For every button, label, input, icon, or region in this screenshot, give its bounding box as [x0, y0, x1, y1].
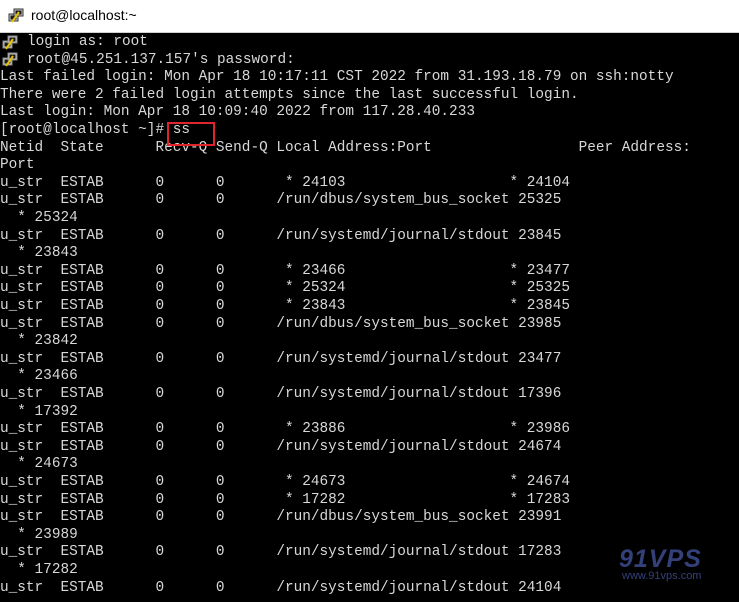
ss-output-line: u_str ESTAB 0 0 * 23886 * 23986 — [0, 421, 570, 438]
shell-prompt: [root@localhost ~]# — [0, 122, 173, 138]
ss-output-line: u_str ESTAB 0 0 /run/dbus/system_bus_soc… — [0, 509, 562, 526]
putty-login-icon — [2, 35, 18, 50]
failed-login-line: Last failed login: Mon Apr 18 10:17:11 C… — [0, 69, 674, 86]
ss-output-line: u_str ESTAB 0 0 /run/systemd/journal/std… — [0, 579, 562, 596]
ss-output-line: u_str ESTAB 0 0 * 17282 * 17283 — [0, 491, 570, 508]
ss-output-line: u_str ESTAB 0 0 * 25324 * 25325 — [0, 280, 570, 297]
command-line: [root@localhost ~]# ss — [0, 122, 190, 140]
ss-output-line: u_str ESTAB 0 0 /run/dbus/system_bus_soc… — [0, 192, 562, 209]
ss-output-line: * 23842 — [0, 333, 78, 350]
ss-output-line: * 23989 — [0, 526, 78, 543]
ss-output-line: u_str ESTAB 0 0 * 24103 * 24104 — [0, 174, 570, 191]
ss-output-line: * 23466 — [0, 368, 78, 385]
login-prompt-line: login as: root — [27, 34, 148, 50]
command-highlight-box — [167, 122, 215, 146]
ss-header-line: Netid State Recv-Q Send-Q Local Address:… — [0, 139, 691, 156]
ss-output-line: u_str ESTAB 0 0 /run/systemd/journal/std… — [0, 350, 562, 367]
terminal-screen[interactable]: login as: root root@45.251.137.157's pas… — [0, 33, 739, 602]
last-login-line: Last login: Mon Apr 18 10:09:40 2022 fro… — [0, 104, 475, 121]
putty-password-icon — [2, 52, 18, 67]
failed-attempts-line: There were 2 failed login attempts since… — [0, 86, 579, 103]
window-titlebar[interactable]: root@localhost:~ — [0, 0, 739, 33]
putty-terminal-icon — [8, 8, 24, 23]
ss-output-line: u_str ESTAB 0 0 * 23843 * 23845 — [0, 298, 570, 314]
ss-output-line: u_str ESTAB 0 0 /run/dbus/system_bus_soc… — [0, 315, 562, 332]
ss-output-line: * 25324 — [0, 210, 78, 226]
ss-output-line: u_str ESTAB 0 0 /run/systemd/journal/std… — [0, 544, 562, 561]
ss-output-line: u_str ESTAB 0 0 /run/systemd/journal/std… — [0, 386, 562, 402]
ss-output-line: u_str ESTAB 0 0 * 24673 * 24674 — [0, 474, 570, 490]
password-prompt-line: root@45.251.137.157's password: — [27, 51, 295, 68]
ss-output-line: * 17282 — [0, 562, 78, 578]
ss-output-line: u_str ESTAB 0 0 * 23466 * 23477 — [0, 262, 570, 279]
ss-output-line: * 24673 — [0, 456, 78, 473]
watermark-url: www.91vps.com — [622, 570, 702, 582]
ss-output-line: * 23843 — [0, 245, 78, 262]
ss-output-line: u_str ESTAB 0 0 /run/systemd/journal/std… — [0, 438, 562, 455]
window-title: root@localhost:~ — [31, 7, 137, 23]
watermark: 91VPS www.91vps.com — [619, 545, 729, 587]
ss-output-line: u_str ESTAB 0 0 /run/systemd/journal/std… — [0, 227, 562, 244]
ss-output-line: * 17392 — [0, 403, 78, 420]
ss-header-wrap-line: Port — [0, 157, 35, 174]
